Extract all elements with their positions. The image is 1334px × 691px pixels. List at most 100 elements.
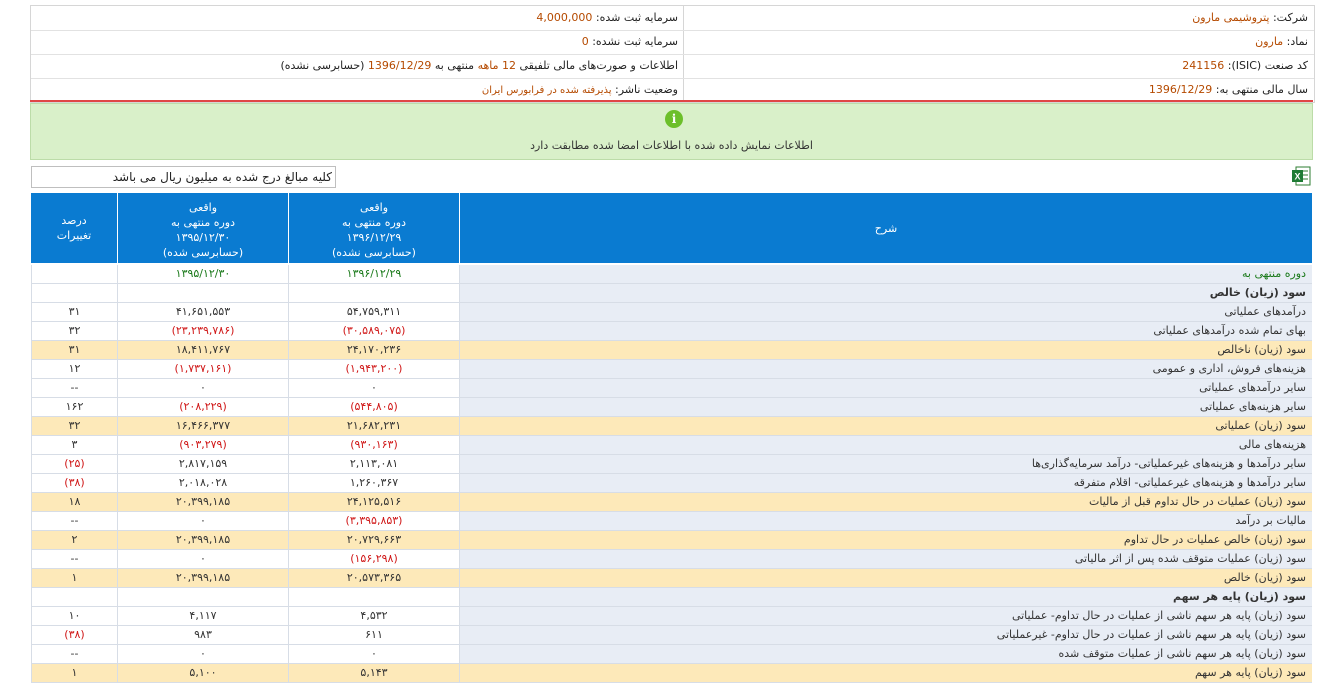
registered-capital-value: 4,000,000 [536,11,593,24]
row-percent-change: -- [31,379,117,397]
row-current-value: (۱,۹۴۳,۲۰۰) [288,360,459,378]
row-prior-value: ۵,۱۰۰ [117,664,288,682]
row-prior-value: ۲,۰۱۸,۰۲۸ [117,474,288,492]
fiscal-year-value: 1396/12/29 [1148,83,1213,96]
table-row: سود (زیان) پایه هر سهم ناشی از عملیات در… [31,607,1312,626]
header-description: شرح [459,193,1312,263]
table-row: سایر درآمدها و هزینه‌های غیرعملیاتی- درآ… [31,455,1312,474]
publisher-status-field: وضعیت ناشر: پذیرفته شده در فرابورس ایران [38,78,678,102]
table-row: سایر درآمدها و هزینه‌های غیرعملیاتی- اقل… [31,474,1312,493]
fiscal-year-label: سال مالی منتهی به: [1215,83,1308,96]
table-row: سود (زیان) ناخالص ۲۴,۱۷۰,۲۳۶ ۱۸,۴۱۱,۷۶۷ ۳۱ [31,341,1312,360]
row-prior-value [117,588,288,606]
row-description: هزینه‌های فروش، اداری و عمومی [459,360,1312,378]
header-prior-l1: واقعی [188,201,218,214]
row-prior-value: ۱۸,۴۱۱,۷۶۷ [117,341,288,359]
report-mid: منتهی به [434,59,475,72]
row-current-value: (۹۳۰,۱۶۳) [288,436,459,454]
registered-capital-label: سرمایه ثبت شده: [595,11,678,24]
row-prior-value: (۱,۷۳۷,۱۶۱) [117,360,288,378]
row-prior-value: ۴۱,۶۵۱,۵۵۳ [117,303,288,321]
row-current-value: ۵,۱۴۳ [288,664,459,682]
row-description: سود (زیان) خالص عملیات در حال تداوم [459,531,1312,549]
row-description: سایر درآمدها و هزینه‌های غیرعملیاتی- درآ… [459,455,1312,473]
row-current-value: ۱۳۹۶/۱۲/۲۹ [288,265,459,283]
row-prior-value: (۲۳,۲۳۹,۷۸۶) [117,322,288,340]
row-current-value: ۱,۲۶۰,۳۶۷ [288,474,459,492]
row-percent-change: ۳۱ [31,341,117,359]
row-current-value: ۲۱,۶۸۲,۲۳۱ [288,417,459,435]
row-prior-value: ۰ [117,379,288,397]
publisher-status-label: وضعیت ناشر: [615,83,678,96]
header-current-period: واقعی دوره منتهی به ۱۳۹۶/۱۲/۲۹ (حسابرسی … [288,193,459,263]
header-prior-l3: ۱۳۹۵/۱۲/۳۰ [175,231,231,244]
units-note: کلیه مبالغ درج شده به میلیون ریال می باش… [31,166,336,188]
fiscal-year-field: سال مالی منتهی به: 1396/12/29 [688,78,1308,102]
row-description: سود (زیان) خالص [459,284,1312,302]
row-current-value: ۰ [288,379,459,397]
row-current-value: ۰ [288,645,459,663]
row-percent-change: (۳۸) [31,626,117,644]
row-prior-value: ۲۰,۳۹۹,۱۸۵ [117,493,288,511]
row-current-value: ۲۴,۱۷۰,۲۳۶ [288,341,459,359]
row-description: درآمدهای عملیاتی [459,303,1312,321]
row-prior-value: ۱۶,۴۶۶,۳۷۷ [117,417,288,435]
row-percent-change: (۳۸) [31,474,117,492]
table-row: سود (زیان) خالص ۲۰,۵۷۳,۳۶۵ ۲۰,۳۹۹,۱۸۵ ۱ [31,569,1312,588]
row-percent-change [31,588,117,606]
info-row-2: نماد: مارون سرمایه ثبت نشده: 0 [31,30,1314,55]
header-prior-l2: دوره منتهی به [170,216,235,229]
row-description: سود (زیان) پایه هر سهم ناشی از عملیات مت… [459,645,1312,663]
info-row-4: سال مالی منتهی به: 1396/12/29 وضعیت ناشر… [31,78,1314,102]
row-prior-value [117,284,288,302]
table-row: سود (زیان) پایه هر سهم ۵,۱۴۳ ۵,۱۰۰ ۱ [31,664,1312,683]
table-row: سود (زیان) پایه هر سهم ناشی از عملیات مت… [31,645,1312,664]
row-prior-value: ۲۰,۳۹۹,۱۸۵ [117,531,288,549]
verification-text: اطلاعات نمایش داده شده با اطلاعات امضا ش… [530,139,813,152]
info-row-1: شرکت: پتروشیمی مارون سرمایه ثبت شده: 4,0… [31,6,1314,31]
row-percent-change: ۱۲ [31,360,117,378]
row-current-value: ۲۰,۷۲۹,۶۶۳ [288,531,459,549]
excel-export-icon[interactable]: X [1291,166,1311,186]
info-icon: i [665,110,683,128]
row-current-value: (۱۵۶,۲۹۸) [288,550,459,568]
report-date: 1396/12/29 [367,59,432,72]
row-description: مالیات بر درآمد [459,512,1312,530]
row-current-value [288,588,459,606]
row-percent-change: -- [31,512,117,530]
row-percent-change: ۱۰ [31,607,117,625]
report-period: 12 ماهه [477,59,517,72]
row-prior-value: ۹۸۳ [117,626,288,644]
symbol-field: نماد: مارون [688,30,1308,54]
row-percent-change: ۱۸ [31,493,117,511]
row-description: هزینه‌های مالی [459,436,1312,454]
unregistered-capital-label: سرمایه ثبت نشده: [592,35,678,48]
isic-value: 241156 [1182,59,1225,72]
row-current-value: ۲۴,۱۲۵,۵۱۶ [288,493,459,511]
row-description: سود (زیان) ناخالص [459,341,1312,359]
row-percent-change: ۳۲ [31,417,117,435]
table-row: مالیات بر درآمد (۳,۳۹۵,۸۵۳) ۰ -- [31,512,1312,531]
row-percent-change: ۲ [31,531,117,549]
row-prior-value: ۲۰,۳۹۹,۱۸۵ [117,569,288,587]
row-percent-change: ۳۲ [31,322,117,340]
row-description: سایر درآمدها و هزینه‌های غیرعملیاتی- اقل… [459,474,1312,492]
unregistered-capital-value: 0 [581,35,589,48]
row-prior-value: ۲,۸۱۷,۱۵۹ [117,455,288,473]
row-current-value: (۳,۳۹۵,۸۵۳) [288,512,459,530]
report-prefix: اطلاعات و صورت‌های مالی تلفیقی [519,59,678,72]
row-current-value [288,284,459,302]
company-field: شرکت: پتروشیمی مارون [688,6,1308,30]
table-row: سایر هزینه‌های عملیاتی (۵۴۴,۸۰۵) (۲۰۸,۲۲۹)… [31,398,1312,417]
row-current-value: ۲,۱۱۳,۰۸۱ [288,455,459,473]
row-percent-change [31,265,117,283]
row-description: سایر هزینه‌های عملیاتی [459,398,1312,416]
row-description: سود (زیان) پایه هر سهم [459,588,1312,606]
svg-text:X: X [1294,172,1300,182]
row-description: سود (زیان) پایه هر سهم [459,664,1312,682]
header-percent-l2: تغییرات [56,229,92,242]
row-prior-value: (۲۰۸,۲۲۹) [117,398,288,416]
header-description-label: شرح [874,222,898,235]
row-description: بهای تمام شده درآمدهای عملیاتی [459,322,1312,340]
table-row: سود (زیان) خالص عملیات در حال تداوم ۲۰,۷۲… [31,531,1312,550]
